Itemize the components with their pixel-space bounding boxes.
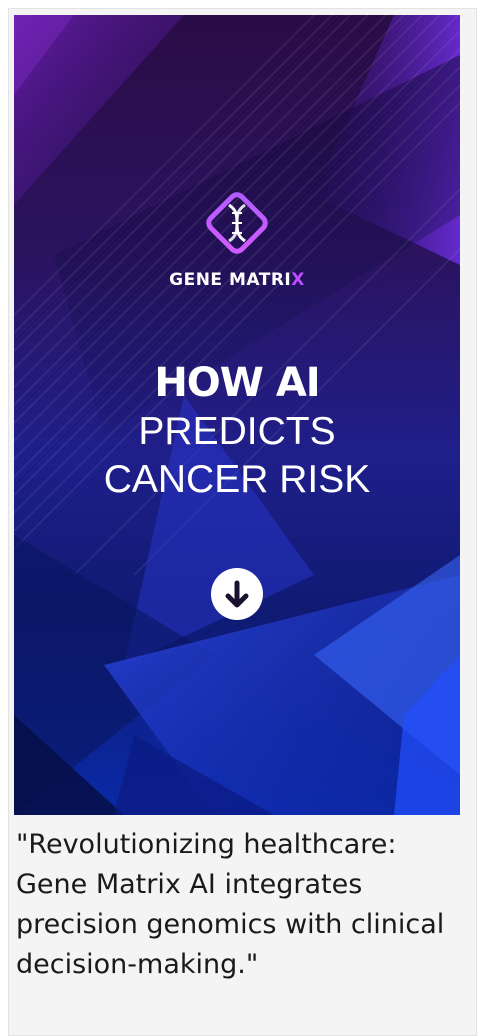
scroll-down-button[interactable] (211, 568, 263, 620)
brand-name: GENE MATRIX (14, 270, 460, 290)
promo-banner-image[interactable]: GENE MATRIX HOW AI PREDICTS CANCER RISK (14, 15, 460, 815)
brand-name-text: GENE MATRIX (169, 270, 305, 290)
dna-diamond-icon (206, 192, 268, 254)
arrow-down-icon (225, 580, 249, 608)
headline-line-3: CANCER RISK (103, 458, 371, 501)
post-caption: "Revolutionizing healthcare: Gene Matrix… (16, 829, 445, 980)
headline-line-2: PREDICTS (138, 410, 336, 453)
gene-matrix-logo (14, 183, 460, 267)
brand-name-accent-letter: X (291, 270, 305, 290)
headline-line-1: HOW AI (154, 360, 320, 406)
